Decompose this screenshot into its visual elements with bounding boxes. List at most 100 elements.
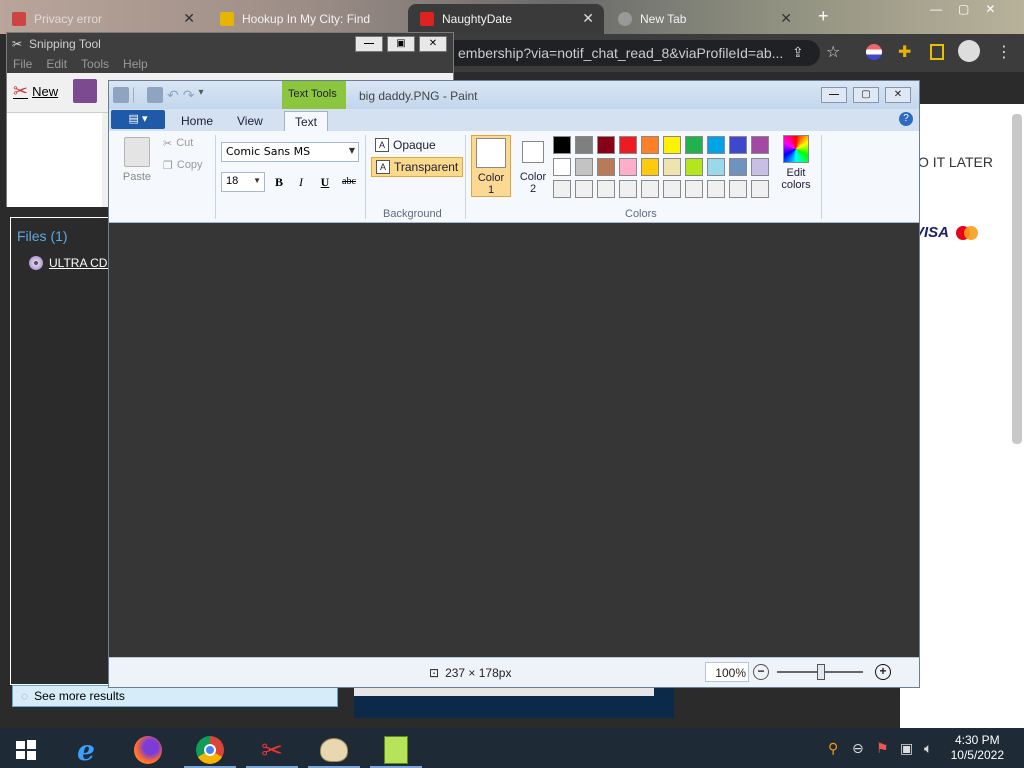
menu-kebab-icon[interactable]: ⋮ (996, 42, 1012, 62)
copy-button[interactable]: ❐ Copy (163, 159, 203, 172)
palette-swatch[interactable] (597, 158, 615, 176)
palette-swatch[interactable] (751, 136, 769, 154)
chrome-icon[interactable] (182, 732, 238, 768)
palette-swatch[interactable] (597, 180, 615, 198)
close-button[interactable]: ✕ (885, 87, 911, 103)
menu-edit[interactable]: Edit (46, 57, 67, 71)
close-tab-icon[interactable]: ✕ (780, 10, 792, 27)
paint-file-menu-button[interactable]: ▤ ▾ (111, 110, 165, 129)
system-clock[interactable]: 4:30 PM 10/5/2022 (951, 733, 1004, 763)
network-icon[interactable]: ▣ (900, 740, 913, 757)
palette-swatch[interactable] (729, 136, 747, 154)
close-tab-icon[interactable]: ✕ (582, 10, 594, 27)
edit-colors-button[interactable]: Edit colors (777, 135, 815, 191)
redo-icon[interactable]: ↷ (183, 87, 195, 104)
save-snip-icon[interactable] (73, 79, 97, 103)
maximize-icon[interactable]: ▢ (958, 2, 969, 16)
internet-explorer-icon[interactable]: e (58, 732, 114, 768)
search-tray-icon[interactable]: ⚲ (828, 740, 838, 757)
palette-swatch[interactable] (619, 136, 637, 154)
snipping-tool-icon[interactable]: ✂ (244, 732, 300, 768)
palette-swatch[interactable] (553, 158, 571, 176)
see-more-results-button[interactable]: ◌ See more results (12, 685, 338, 707)
palette-swatch[interactable] (685, 158, 703, 176)
palette-swatch[interactable] (619, 180, 637, 198)
bold-button[interactable]: B (269, 172, 289, 192)
notification-icon[interactable]: ⊖ (852, 740, 864, 757)
zoom-out-icon[interactable]: − (753, 664, 769, 680)
page-scrollbar[interactable] (1012, 114, 1022, 444)
palette-swatch[interactable] (707, 180, 725, 198)
palette-swatch[interactable] (729, 180, 747, 198)
side-panel-icon[interactable] (930, 44, 944, 60)
tab-view[interactable]: View (227, 111, 273, 131)
undo-icon[interactable]: ↶ (167, 87, 179, 104)
menu-help[interactable]: Help (123, 57, 148, 71)
firefox-icon[interactable] (120, 732, 176, 768)
palette-swatch[interactable] (641, 180, 659, 198)
palette-swatch[interactable] (575, 136, 593, 154)
palette-swatch[interactable] (685, 136, 703, 154)
close-button[interactable]: ✕ (419, 36, 447, 52)
new-tab-button[interactable]: + (818, 6, 829, 27)
zoom-in-icon[interactable]: + (875, 664, 891, 680)
palette-swatch[interactable] (619, 158, 637, 176)
palette-swatch[interactable] (553, 180, 571, 198)
palette-swatch[interactable] (729, 158, 747, 176)
notepad-plus-plus-icon[interactable] (368, 732, 424, 768)
color1-button[interactable]: Color 1 (471, 135, 511, 197)
help-icon[interactable]: ? (899, 112, 913, 126)
palette-swatch[interactable] (751, 180, 769, 198)
zoom-slider-thumb[interactable] (817, 664, 825, 680)
menu-file[interactable]: File (13, 57, 32, 71)
maximize-button[interactable]: ▢ (853, 87, 879, 103)
menu-tools[interactable]: Tools (81, 57, 109, 71)
font-size-select[interactable]: 18 ▼ (221, 172, 265, 192)
palette-swatch[interactable] (685, 180, 703, 198)
palette-swatch[interactable] (707, 158, 725, 176)
palette-swatch[interactable] (641, 136, 659, 154)
palette-swatch[interactable] (575, 180, 593, 198)
palette-swatch[interactable] (707, 136, 725, 154)
minimize-button[interactable]: — (355, 36, 383, 52)
palette-swatch[interactable] (553, 136, 571, 154)
customize-qat-icon[interactable]: ▾ (198, 87, 203, 104)
close-tab-icon[interactable]: ✕ (183, 10, 195, 27)
maximize-button[interactable]: ▣ (387, 36, 415, 52)
palette-swatch[interactable] (663, 136, 681, 154)
page-text-later[interactable]: O IT LATER (918, 154, 993, 170)
strikethrough-button[interactable]: abc (337, 172, 361, 192)
palette-swatch[interactable] (663, 180, 681, 198)
canvas-area[interactable] (109, 223, 919, 657)
snipping-tool-titlebar[interactable]: ✂ Snipping Tool — ▣ ✕ (7, 33, 453, 55)
paste-button[interactable]: Paste (119, 137, 155, 183)
tab-new-tab[interactable]: New Tab ✕ (606, 4, 802, 34)
palette-swatch[interactable] (641, 158, 659, 176)
tab-text[interactable]: Text (284, 111, 329, 131)
color2-button[interactable]: Color 2 (513, 135, 553, 197)
address-bar[interactable]: embership?via=notif_chat_read_8&viaProfi… (440, 40, 820, 66)
save-icon[interactable] (147, 87, 163, 103)
extension-flag-icon[interactable] (866, 44, 882, 60)
transparent-option[interactable]: A Transparent (371, 157, 464, 177)
new-snip-button[interactable]: ✂ New (13, 81, 58, 102)
close-icon[interactable]: ✕ (985, 2, 995, 16)
palette-swatch[interactable] (751, 158, 769, 176)
palette-swatch[interactable] (575, 158, 593, 176)
tab-privacy-error[interactable]: Privacy error ✕ (0, 4, 205, 34)
start-button[interactable] (6, 732, 46, 768)
tab-hookup[interactable]: Hookup In My City: Find (208, 4, 406, 34)
volume-icon[interactable]: 🔈︎ (924, 740, 932, 757)
palette-swatch[interactable] (663, 158, 681, 176)
action-center-flag-icon[interactable]: ⚑ (876, 740, 889, 757)
cut-button[interactable]: ✂ Cut (163, 137, 193, 150)
paint-titlebar[interactable]: ↶ ↷ ▾ Text Tools big daddy.PNG - Paint —… (109, 81, 919, 109)
paint-app-icon[interactable] (113, 87, 129, 103)
italic-button[interactable]: I (291, 172, 311, 192)
opaque-option[interactable]: A Opaque (371, 135, 440, 155)
palette-swatch[interactable] (597, 136, 615, 154)
share-icon[interactable]: ⇪ (792, 44, 804, 61)
minimize-icon[interactable]: — (930, 2, 942, 16)
tab-home[interactable]: Home (171, 111, 223, 131)
paint-icon[interactable] (306, 732, 362, 768)
